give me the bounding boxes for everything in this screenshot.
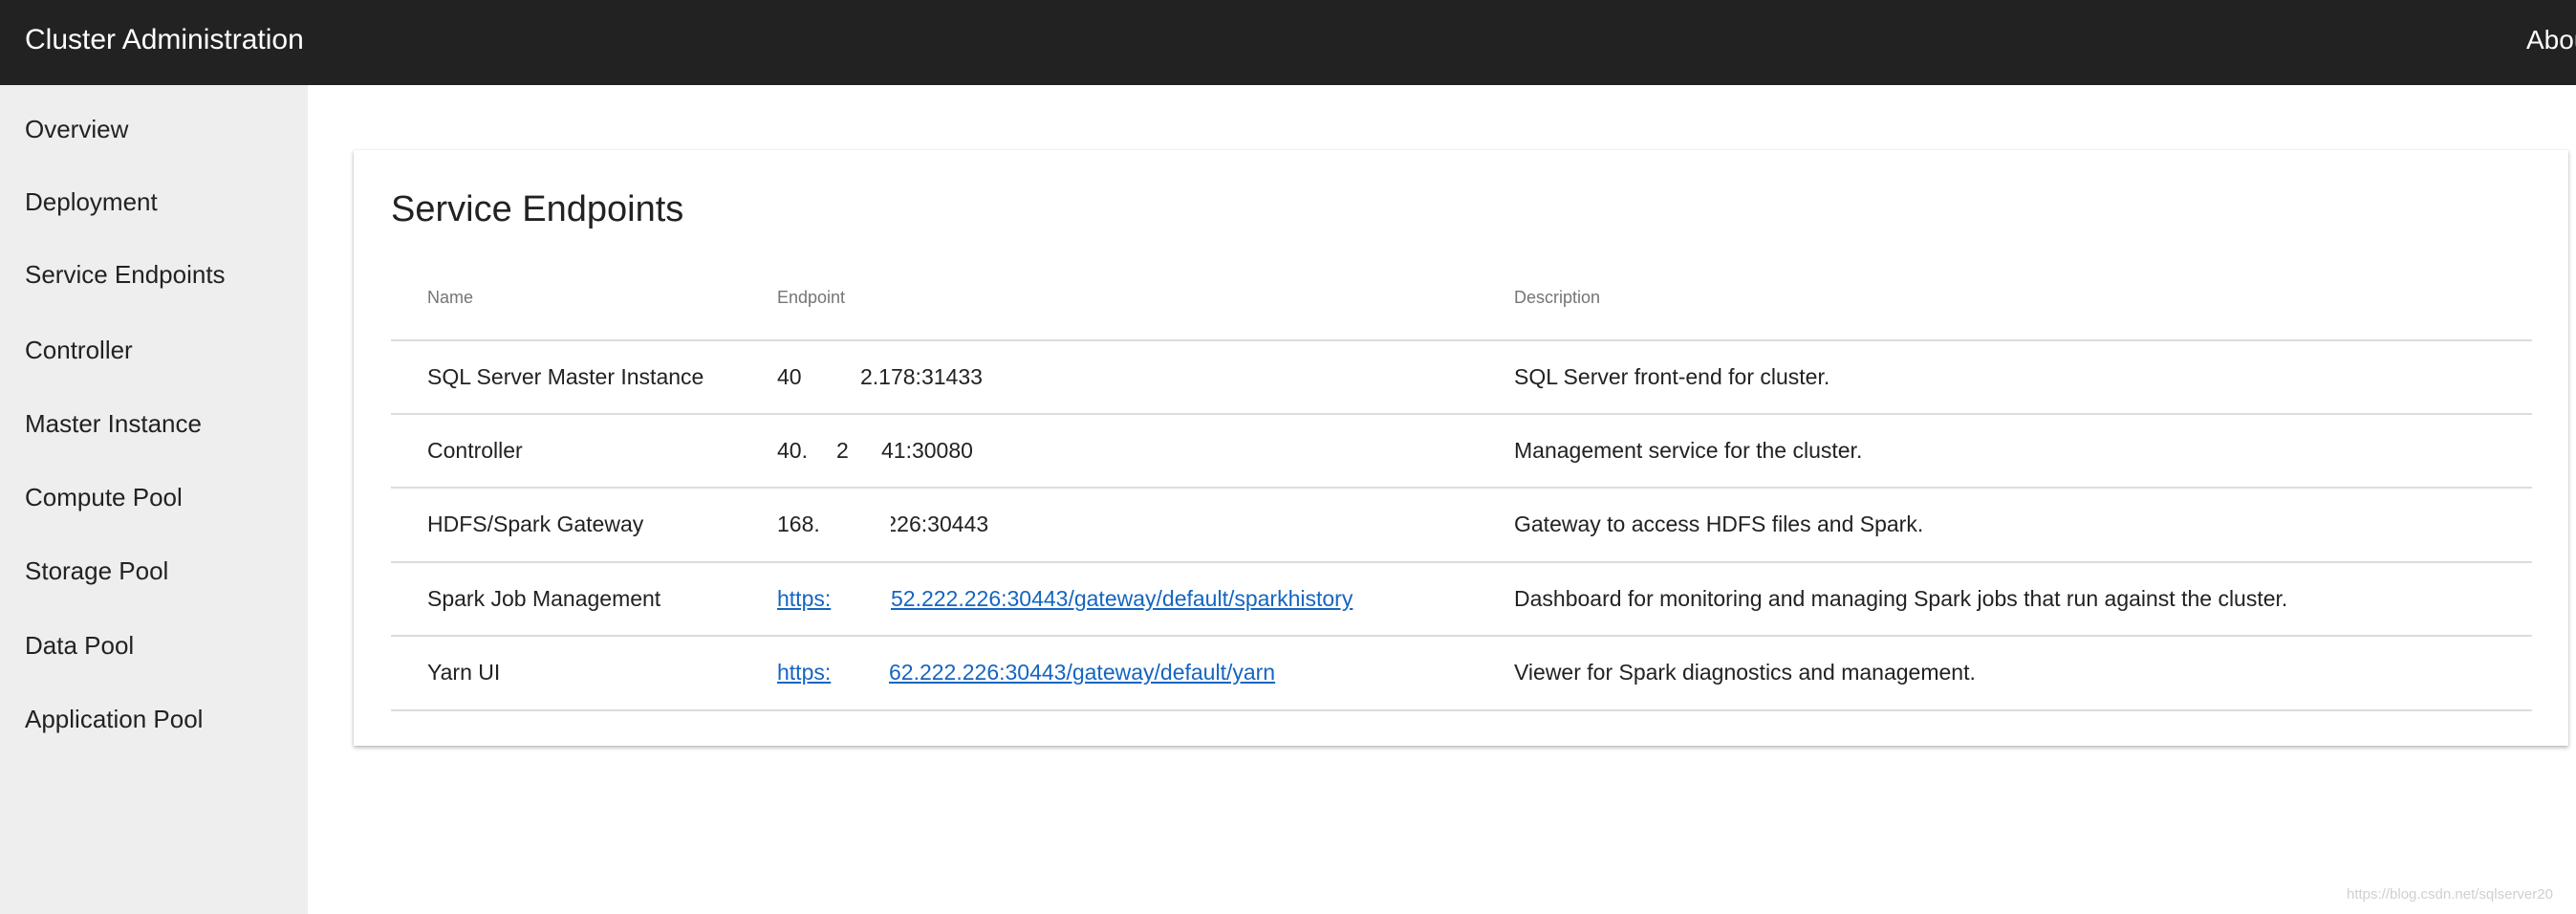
endpoints-card	[354, 150, 2568, 746]
sidebar-item-compute-pool[interactable]: Compute Pool	[25, 480, 183, 514]
column-header-endpoint: Endpoint	[777, 288, 846, 307]
redaction-block	[832, 563, 891, 634]
yarn-ui-link[interactable]: https:	[777, 657, 831, 687]
table-cell-description: Management service for the cluster.	[1514, 438, 1863, 463]
table-row-divider	[391, 561, 2532, 563]
sidebar-item-service-endpoints[interactable]: Service Endpoints	[25, 257, 226, 292]
table-cell-name: Controller	[427, 438, 523, 463]
app-title: Cluster Administration	[25, 24, 304, 55]
table-cell-name: Spark Job Management	[427, 586, 661, 611]
redaction-block	[833, 341, 860, 412]
sidebar-item-application-pool[interactable]: Application Pool	[25, 702, 203, 736]
redaction-block	[841, 637, 889, 708]
table-cell-endpoint: 168.	[777, 511, 820, 536]
table-row-divider	[391, 635, 2532, 637]
table-cell-description: Dashboard for monitoring and managing Sp…	[1514, 586, 2288, 611]
page-title: Service Endpoints	[391, 189, 684, 229]
table-cell-description: Viewer for Spark diagnostics and managem…	[1514, 660, 1976, 685]
table-row-divider	[391, 487, 2532, 489]
table-cell-endpoint: 2	[836, 438, 849, 463]
column-header-name: Name	[427, 288, 474, 307]
about-link[interactable]: Abou	[2526, 21, 2576, 59]
spark-history-link[interactable]: https:	[777, 583, 831, 614]
yarn-ui-link[interactable]: 62.222.226:30443/gateway/default/yarn	[889, 657, 1275, 687]
sidebar-item-deployment[interactable]: Deployment	[25, 185, 158, 219]
sidebar-item-controller[interactable]: Controller	[25, 333, 133, 367]
watermark-text: https://blog.csdn.net/sqlserver20	[2347, 886, 2553, 903]
table-cell-endpoint: 2.178:31433	[860, 364, 983, 389]
table-cell-name: HDFS/Spark Gateway	[427, 511, 644, 536]
sidebar-item-master-instance[interactable]: Master Instance	[25, 406, 202, 441]
table-cell-endpoint: .226:30443	[878, 511, 989, 536]
table-row-divider	[391, 709, 2532, 711]
top-app-bar: Cluster Administration Abou	[0, 0, 2576, 85]
table-row-divider	[391, 413, 2532, 415]
redaction-block	[851, 415, 879, 486]
sidebar-item-storage-pool[interactable]: Storage Pool	[25, 554, 168, 588]
table-cell-name: SQL Server Master Instance	[427, 364, 704, 389]
table-cell-description: SQL Server front-end for cluster.	[1514, 364, 1830, 389]
table-row-divider	[391, 339, 2532, 341]
sidebar-item-overview[interactable]: Overview	[25, 112, 128, 146]
sidebar-item-data-pool[interactable]: Data Pool	[25, 628, 134, 663]
table-cell-name: Yarn UI	[427, 660, 501, 685]
redaction-block	[828, 489, 891, 560]
table-cell-endpoint: 40.	[777, 438, 808, 463]
sidebar-nav: Overview Deployment Service Endpoints Co…	[0, 85, 308, 914]
table-cell-description: Gateway to access HDFS files and Spark.	[1514, 511, 1924, 536]
column-header-description: Description	[1514, 288, 1601, 307]
table-cell-endpoint: 40	[777, 364, 802, 389]
spark-history-link[interactable]: 52.222.226:30443/gateway/default/sparkhi…	[891, 583, 1353, 614]
table-cell-endpoint: 41:30080	[881, 438, 973, 463]
